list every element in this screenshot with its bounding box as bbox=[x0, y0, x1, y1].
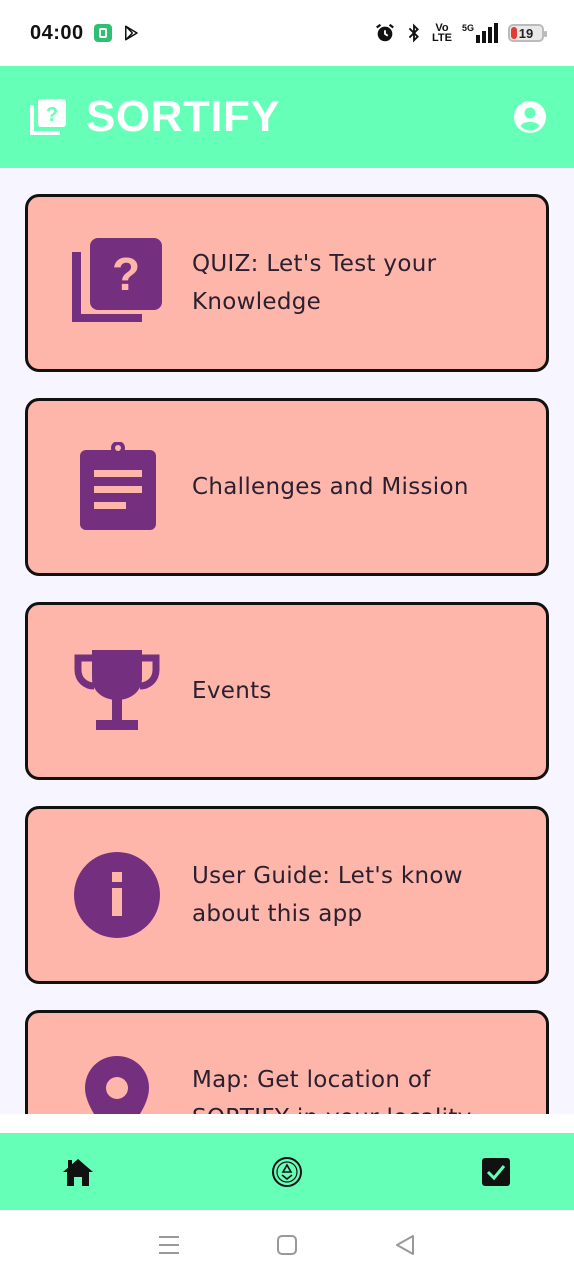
info-icon bbox=[74, 852, 160, 938]
square-icon bbox=[277, 1235, 297, 1255]
svg-text:?: ? bbox=[112, 248, 140, 300]
play-store-icon bbox=[124, 25, 138, 41]
bluetooth-icon bbox=[408, 23, 419, 43]
back-triangle-icon bbox=[396, 1235, 414, 1255]
trophy-icon bbox=[74, 650, 160, 730]
app-notification-icon bbox=[93, 24, 112, 42]
card-label: Challenges and Mission bbox=[192, 474, 469, 500]
card-label: User Guide: Let's know about this app bbox=[192, 863, 463, 927]
alarm-icon bbox=[376, 23, 394, 42]
card-label: QUIZ: Let's Test your Knowledge bbox=[192, 251, 437, 315]
challenges-card[interactable]: Challenges and Mission bbox=[25, 398, 549, 576]
menu-list[interactable]: ? QUIZ: Let's Test your Knowledge Challe… bbox=[0, 168, 574, 1114]
status-bar: 04:00 Vo LTE 5G 19 bbox=[0, 0, 574, 66]
status-time: 04:00 bbox=[30, 21, 84, 44]
nav-home[interactable] bbox=[60, 1154, 96, 1190]
signal-icon: 5G bbox=[462, 23, 498, 43]
quiz-icon: ? bbox=[30, 99, 66, 135]
home-button[interactable] bbox=[274, 1232, 300, 1258]
clipboard-icon bbox=[80, 442, 156, 530]
map-card[interactable]: Map: Get location of SORTIFY in your loc… bbox=[25, 1010, 549, 1114]
quiz-icon: ? bbox=[72, 238, 162, 322]
location-pin-icon bbox=[85, 1056, 149, 1114]
check-box-icon bbox=[482, 1157, 510, 1186]
volte-indicator: Vo LTE bbox=[432, 22, 452, 44]
bottom-navigation bbox=[0, 1133, 574, 1210]
nav-tasks[interactable] bbox=[478, 1154, 514, 1190]
recycle-icon bbox=[272, 1156, 302, 1187]
menu-icon bbox=[159, 1236, 179, 1254]
system-navigation bbox=[0, 1210, 574, 1280]
svg-text:?: ? bbox=[46, 104, 58, 126]
app-title: SORTIFY bbox=[86, 92, 281, 141]
back-button[interactable] bbox=[392, 1232, 418, 1258]
nav-recycle[interactable] bbox=[269, 1154, 305, 1190]
events-card[interactable]: Events bbox=[25, 602, 549, 780]
card-label: Events bbox=[192, 678, 272, 704]
account-circle-icon[interactable] bbox=[514, 101, 546, 133]
app-bar: ? SORTIFY bbox=[0, 66, 574, 168]
menu-button[interactable] bbox=[156, 1232, 182, 1258]
card-label: Map: Get location of SORTIFY in your loc… bbox=[192, 1067, 471, 1114]
user-guide-card[interactable]: User Guide: Let's know about this app bbox=[25, 806, 549, 984]
battery-icon: 19 bbox=[508, 24, 547, 42]
quiz-card[interactable]: ? QUIZ: Let's Test your Knowledge bbox=[25, 194, 549, 372]
home-icon bbox=[63, 1158, 93, 1186]
